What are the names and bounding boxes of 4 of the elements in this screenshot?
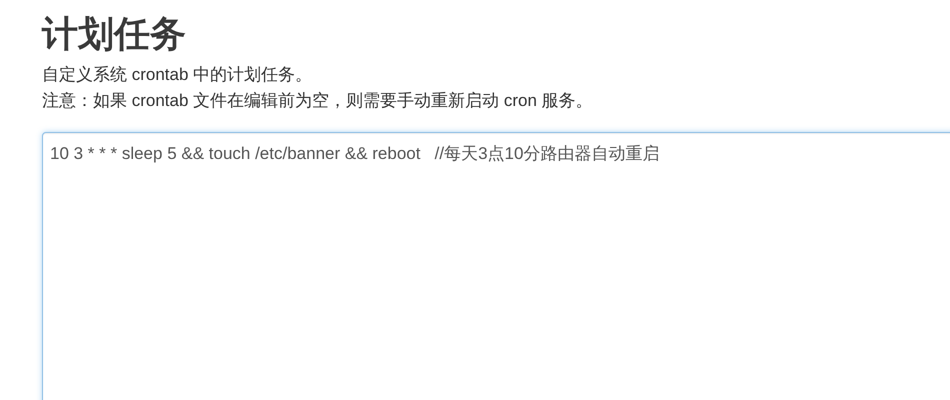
- description-text: 注意：如果 crontab 文件在编辑前为空，则需要手动重新启动 cron 服务。: [42, 90, 594, 112]
- crontab-editor[interactable]: 10 3 * * * sleep 5 && touch /etc/banner && reboot //每天3点10分路由器自动重启: [42, 132, 950, 400]
- page-title: 计划任务: [42, 12, 187, 56]
- description-text: 自定义系统 crontab 中的计划任务。: [42, 64, 314, 86]
